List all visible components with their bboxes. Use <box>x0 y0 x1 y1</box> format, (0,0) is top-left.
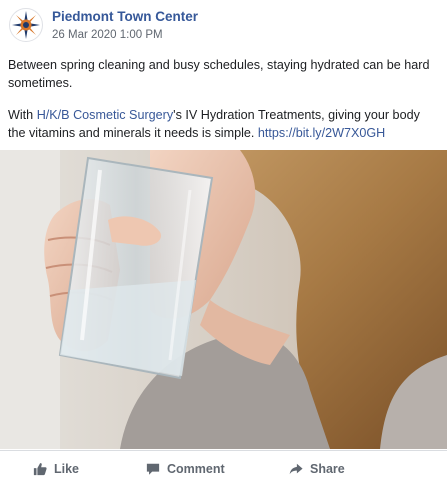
comment-button[interactable]: Comment <box>146 459 225 479</box>
comment-label: Comment <box>167 462 225 476</box>
share-arrow-icon <box>289 463 303 475</box>
post-photo[interactable] <box>0 150 447 449</box>
post-text: Between spring cleaning and busy schedul… <box>8 56 440 156</box>
page-avatar[interactable] <box>9 8 43 42</box>
post-paragraph-1: Between spring cleaning and busy schedul… <box>8 58 430 90</box>
woman-drinking-water-image <box>0 150 447 449</box>
like-button[interactable]: Like <box>33 459 79 479</box>
compass-logo-icon <box>12 11 40 39</box>
short-url-link[interactable]: https://bit.ly/2W7X0GH <box>258 126 385 140</box>
comment-bubble-icon <box>146 463 160 475</box>
like-label: Like <box>54 462 80 476</box>
post-header: Piedmont Town Center 26 Mar 2020 1:00 PM <box>0 0 447 50</box>
page-name-link[interactable]: Piedmont Town Center <box>52 9 198 24</box>
thumbs-up-icon <box>33 463 47 476</box>
post-paragraph-2: With H/K/B Cosmetic Surgery's IV Hydrati… <box>8 106 440 142</box>
paragraph-prefix: With <box>8 108 37 122</box>
share-button[interactable]: Share <box>289 459 345 479</box>
facebook-post: Piedmont Town Center 26 Mar 2020 1:00 PM… <box>0 0 447 486</box>
post-actions-bar: Like Comment Share <box>0 450 447 486</box>
hkb-cosmetic-surgery-link[interactable]: H/K/B Cosmetic Surgery <box>37 108 173 122</box>
post-timestamp[interactable]: 26 Mar 2020 1:00 PM <box>52 29 163 41</box>
share-label: Share <box>310 462 345 476</box>
